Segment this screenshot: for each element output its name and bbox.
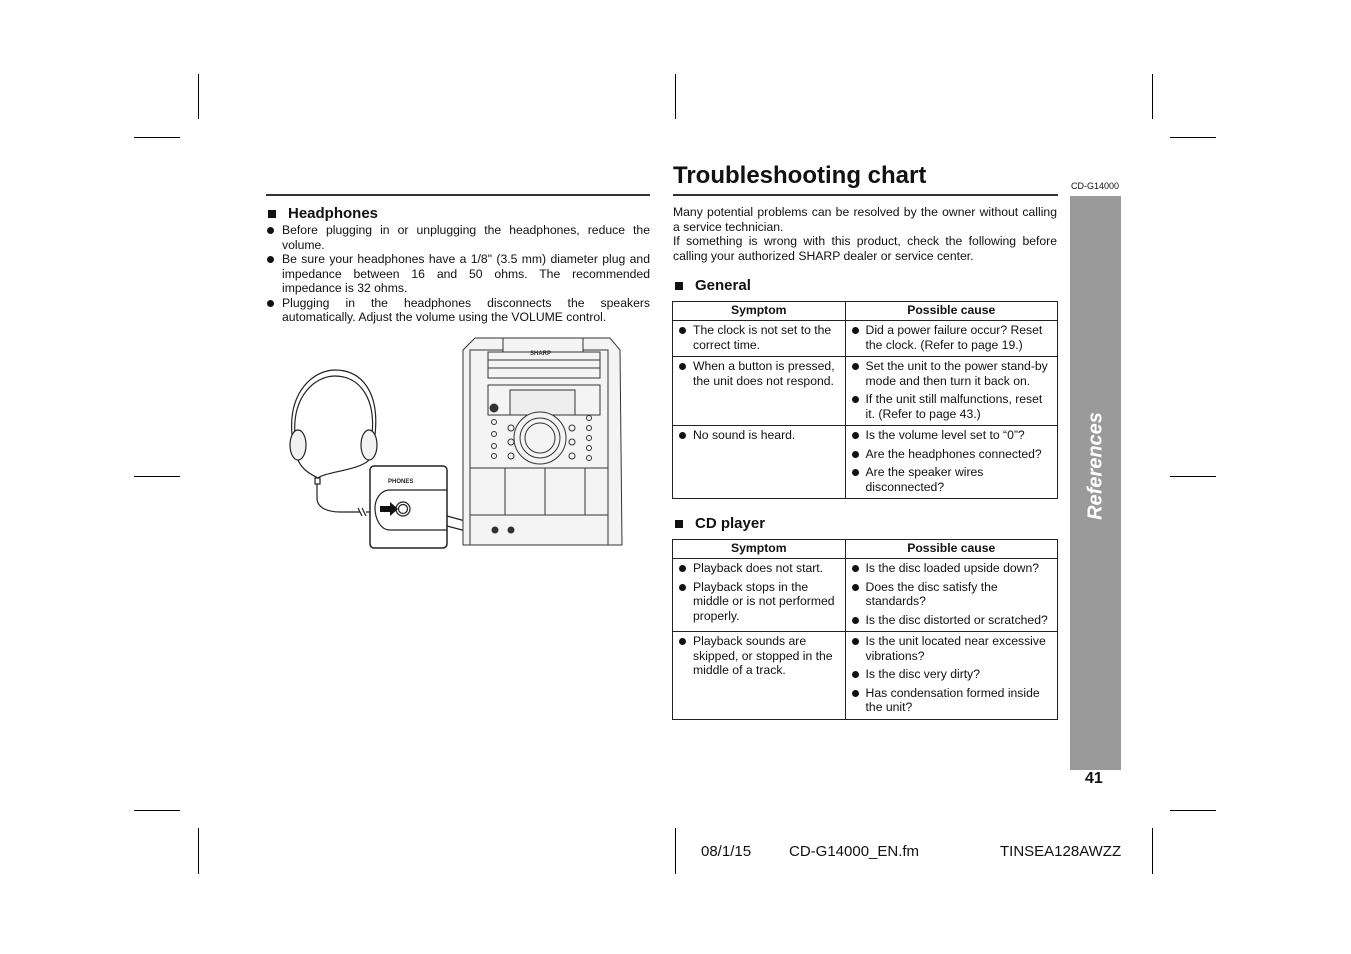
intro-paragraph: If something is wrong with this product,… [673,234,1057,263]
table-row: Playback sounds are skipped, or stopped … [672,631,1059,720]
general-heading: General [675,277,751,294]
cause: Did a power failure occur? Reset the clo… [850,323,1053,352]
table-row: The clock is not set to the correct time… [672,320,1059,357]
crop-mark [1152,74,1153,119]
crop-mark [1170,476,1216,477]
cause: Is the volume level set to “0”? [850,428,1053,443]
page-title: Troubleshooting chart [673,162,927,189]
cd-player-table: Symptom Possible cause Playback does not… [672,539,1059,720]
crop-mark [198,74,199,119]
square-bullet-icon [675,519,683,528]
section-label: References [1084,412,1107,520]
headphones-connection-illustration: PHONES SHARP [289,337,623,549]
cause: Are the speaker wires disconnected? [850,465,1053,494]
square-bullet-icon [268,209,276,218]
table-row: When a button is pressed, the unit does … [672,356,1059,426]
symptom: Playback stops in the middle or is not p… [677,580,841,624]
headphones-heading-text: Headphones [288,205,379,222]
headphones-bullet: Plugging in the headphones disconnects t… [266,296,650,325]
crop-mark [134,137,180,138]
page-number: 41 [1085,770,1103,787]
crop-mark [675,828,676,874]
table-row: No sound is heard. Is the volume level s… [672,425,1059,499]
left-header-rule [266,194,650,196]
column-header-symptom: Symptom [672,539,846,559]
cause: Is the disc loaded upside down? [850,561,1053,576]
footer-date: 08/1/15 [701,843,752,860]
cd-player-heading: CD player [675,515,765,532]
crop-mark [1170,137,1216,138]
general-table: Symptom Possible cause The clock is not … [672,301,1059,499]
crop-mark [134,810,180,811]
column-header-symptom: Symptom [672,301,846,321]
stereo-unit [462,337,623,546]
symptom: No sound is heard. [677,428,841,443]
phones-label: PHONES [388,479,413,485]
table-row: Playback does not start. Playback stops … [672,558,1059,632]
intro-paragraph: Many potential problems can be resolved … [673,205,1057,234]
cause: Is the disc distorted or scratched? [850,613,1053,628]
headphones-heading: Headphones [268,205,378,222]
headphones-bullet: Be sure your headphones have a 1/8" (3.5… [266,252,650,296]
general-heading-text: General [695,277,751,294]
symptom: Playback sounds are skipped, or stopped … [677,634,841,678]
cause: Is the disc very dirty? [850,667,1053,682]
symptom: The clock is not set to the correct time… [677,323,841,352]
cause: Does the disc satisfy the standards? [850,580,1053,609]
cd-player-heading-text: CD player [695,515,766,532]
crop-mark [198,828,199,874]
intro-text: Many potential problems can be resolved … [673,205,1057,263]
cause: Set the unit to the power stand-by mode … [850,359,1053,388]
model-code: CD-G14000 [1071,181,1120,191]
footer-code: TINSEA128AWZZ [1000,843,1122,860]
headphones-bullet: Before plugging in or unplugging the hea… [266,223,650,252]
cause: Are the headphones connected? [850,447,1053,462]
crop-mark [675,74,676,119]
footer-file: CD-G14000_EN.fm [789,843,920,860]
column-header-cause: Possible cause [844,539,1059,559]
title-rule [673,194,1058,196]
column-header-cause: Possible cause [844,301,1059,321]
cause: Is the unit located near excessive vibra… [850,634,1053,663]
symptom: When a button is pressed, the unit does … [677,359,841,388]
crop-mark [1152,828,1153,874]
crop-mark [134,476,180,477]
cause: If the unit still malfunctions, reset it… [850,392,1053,421]
brand-label: SHARP [530,351,551,357]
headphones-bullets: Before plugging in or unplugging the hea… [266,223,650,325]
cause: Has condensation formed inside the unit? [850,686,1053,715]
square-bullet-icon [675,281,683,290]
crop-mark [1170,810,1216,811]
symptom: Playback does not start. [677,561,841,576]
